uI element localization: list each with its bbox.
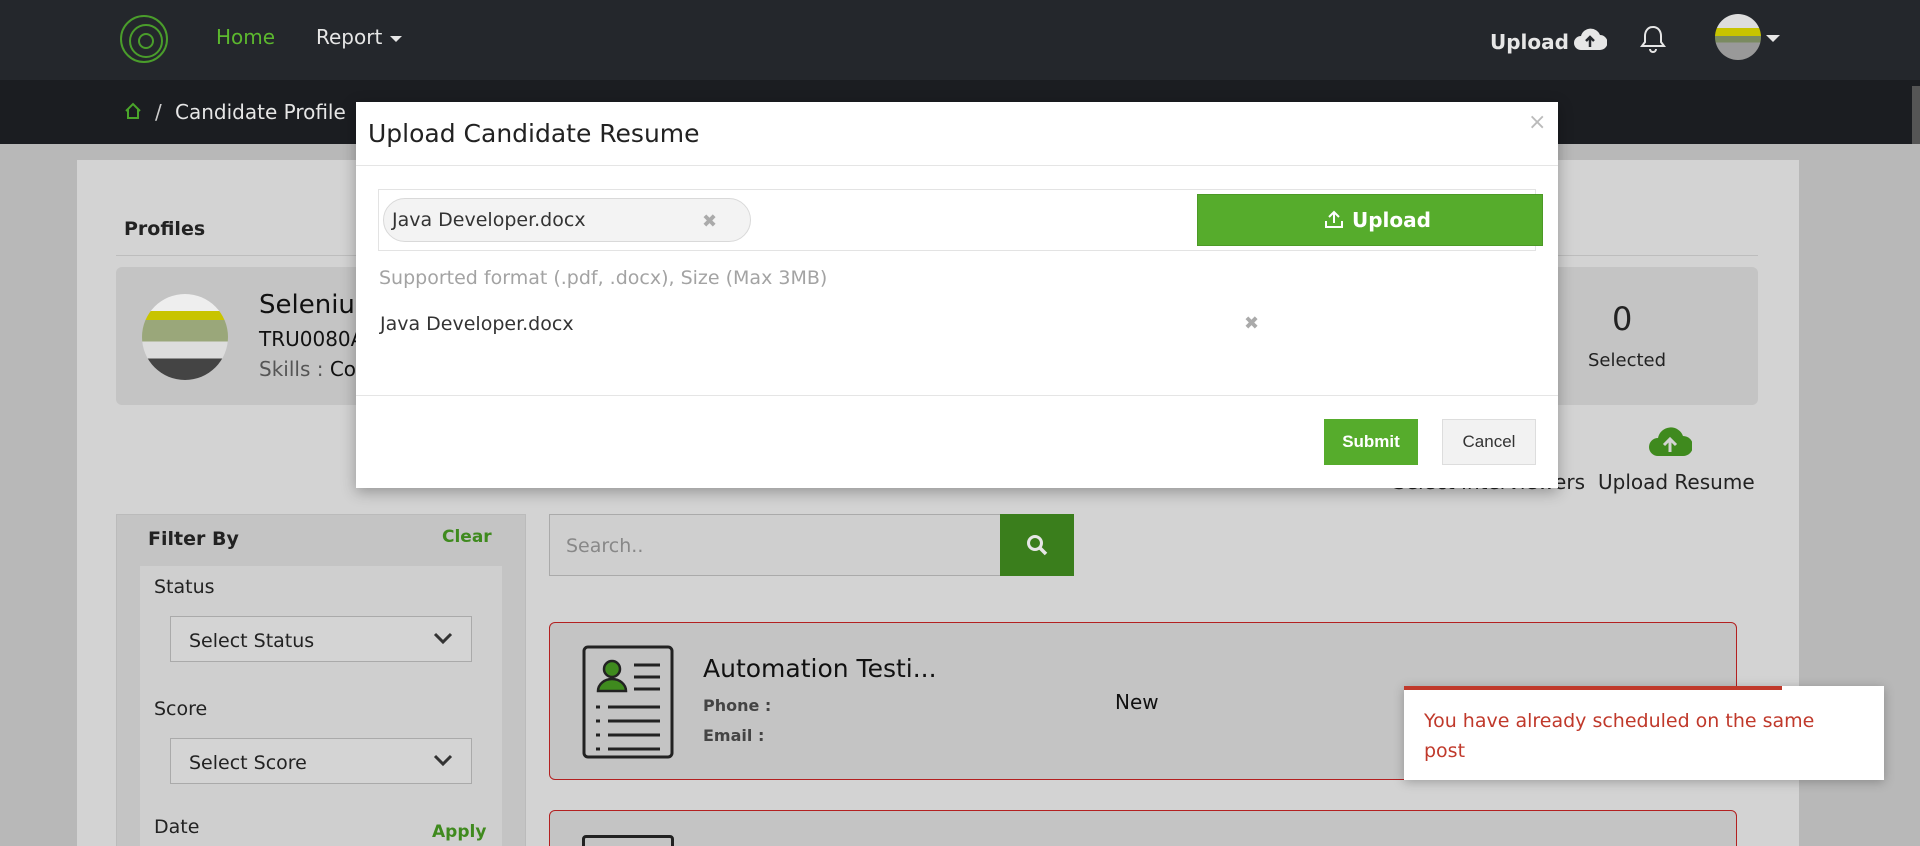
modal-title: Upload Candidate Resume (368, 119, 700, 148)
user-avatar[interactable] (1715, 14, 1761, 60)
file-chip-name: Java Developer.docx (392, 209, 586, 231)
divider (356, 395, 1558, 396)
filter-clear-link[interactable]: Clear (442, 527, 492, 547)
chevron-down-icon (433, 632, 453, 645)
nav-report-menu[interactable]: Report (316, 25, 403, 49)
score-select-value: Select Score (189, 752, 307, 774)
nav-home-link[interactable]: Home (216, 25, 275, 49)
job-card[interactable] (549, 810, 1737, 846)
skills-label: Skills : (259, 357, 324, 381)
error-toast[interactable]: You have already scheduled on the same p… (1404, 686, 1884, 780)
upload-resume-button[interactable]: Upload Resume (1598, 470, 1755, 494)
job-status: New (1115, 690, 1159, 714)
resume-document-icon (582, 645, 676, 763)
resume-document-icon (582, 835, 674, 846)
caret-down-icon (390, 35, 403, 42)
filter-apply-link[interactable]: Apply (432, 822, 486, 842)
cloud-upload-icon[interactable] (1648, 426, 1693, 462)
score-select[interactable]: Select Score (170, 738, 472, 784)
top-navbar: Home Report Upload (0, 0, 1920, 80)
cloud-upload-icon (1573, 28, 1608, 50)
upload-icon (1325, 210, 1343, 228)
status-select[interactable]: Select Status (170, 616, 472, 662)
selected-file-chip: Java Developer.docx ✖ (383, 198, 751, 242)
toast-progress-bar (1404, 686, 1782, 690)
submit-button[interactable]: Submit (1324, 419, 1418, 465)
upload-button-label: Upload (1352, 208, 1431, 232)
nav-report-label: Report (316, 25, 383, 49)
bell-icon[interactable] (1640, 24, 1666, 58)
search-input[interactable]: Search.. (549, 514, 1001, 576)
file-input-row: Java Developer.docx ✖ Upload (378, 189, 1543, 251)
supported-format-hint: Supported format (.pdf, .docx), Size (Ma… (379, 267, 828, 289)
nav-upload-label: Upload (1490, 30, 1569, 54)
filter-title: Filter By (148, 528, 239, 550)
search-icon (1027, 535, 1048, 556)
profiles-title: Profiles (124, 218, 206, 240)
logo-icon[interactable] (120, 15, 168, 63)
nav-upload-button[interactable]: Upload (1490, 28, 1608, 54)
remove-file-icon[interactable]: ✖ (702, 211, 717, 232)
close-icon[interactable]: × (1528, 110, 1546, 135)
file-list-item: Java Developer.docx (380, 313, 574, 335)
score-label: Score (154, 698, 208, 720)
cancel-button[interactable]: Cancel (1442, 419, 1536, 465)
profile-name: Seleniun (259, 290, 372, 320)
toast-message: You have already scheduled on the same p… (1424, 710, 1815, 762)
divider (356, 165, 1558, 166)
profile-id: TRU0080A (259, 327, 365, 351)
search-button[interactable] (1000, 514, 1074, 576)
status-label: Status (154, 576, 215, 598)
remove-file-icon[interactable]: ✖ (1244, 313, 1259, 334)
job-phone-label: Phone : (703, 696, 772, 715)
breadcrumb-separator: / (155, 100, 162, 124)
job-title: Automation Testi... (703, 654, 937, 683)
page-scrollbar[interactable] (1912, 86, 1920, 144)
selected-label: Selected (1588, 350, 1667, 371)
upload-button[interactable]: Upload (1197, 194, 1543, 246)
chevron-down-icon (433, 754, 453, 767)
job-email-label: Email : (703, 726, 765, 745)
avatar-caret-icon[interactable] (1766, 35, 1780, 42)
profile-skills: Skills : Cor (259, 357, 364, 381)
status-select-value: Select Status (189, 630, 315, 652)
profile-avatar (142, 294, 228, 380)
home-icon[interactable] (124, 102, 142, 124)
upload-resume-modal: Upload Candidate Resume × Java Developer… (356, 102, 1558, 488)
date-label: Date (154, 816, 200, 838)
selected-count: 0 (1612, 300, 1633, 338)
breadcrumb-current: Candidate Profile (175, 100, 346, 124)
